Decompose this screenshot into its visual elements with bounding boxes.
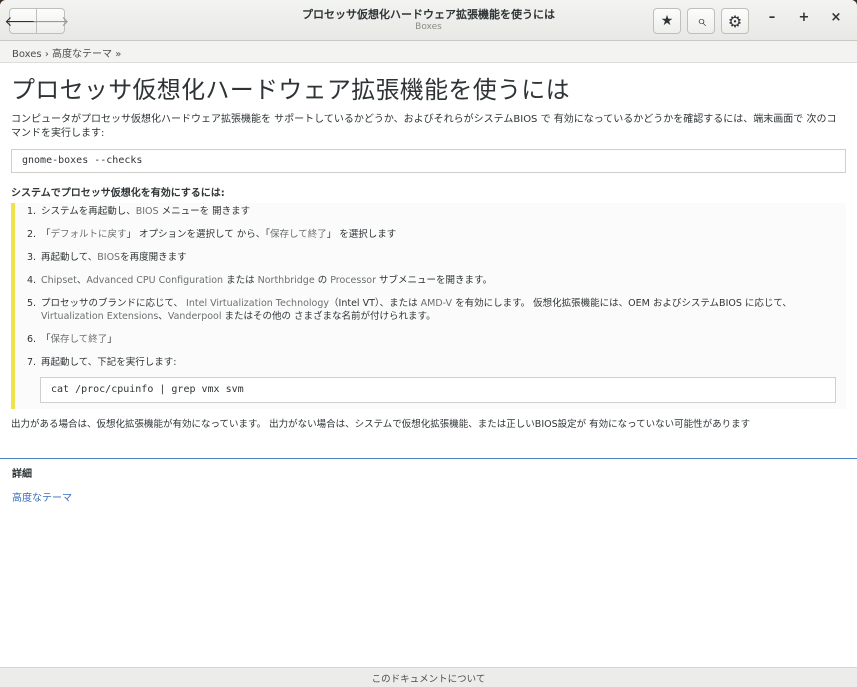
breadcrumb-separator: › <box>41 49 53 60</box>
breadcrumb: Boxes › 高度なテーマ » <box>0 41 857 63</box>
star-icon: ★ <box>660 13 674 29</box>
header-tools: ★ ⌕ ⚙ <box>653 8 749 34</box>
search-button[interactable]: ⌕ <box>687 8 715 34</box>
close-button[interactable]: × <box>820 10 852 25</box>
page-content: プロセッサ仮想化ハードウェア拡張機能を使うには コンピュータがプロセッサ仮想化ハ… <box>11 63 846 431</box>
menu-button[interactable]: ⚙ <box>721 8 749 34</box>
bookmark-button[interactable]: ★ <box>653 8 681 34</box>
window-controls: – + × <box>756 10 852 25</box>
list-item: 2. 「デフォルトに戻す」 オプションを選択して から、「保存して終了」 を選択… <box>27 229 397 240</box>
list-item: 1. システムを再起動し、BIOS メニューを 開きます <box>27 206 251 217</box>
more-info-title: 詳細 <box>12 469 32 480</box>
command-code-block: gnome-boxes --checks <box>11 149 846 173</box>
result-paragraph: 出力がある場合は、仮想化拡張機能が有効になっています。 出力がない場合は、システ… <box>11 419 751 430</box>
help-window: 🡐 🡒 プロセッサ仮想化ハードウェア拡張機能を使うには Boxes ★ ⌕ ⚙ … <box>0 0 857 687</box>
gear-icon: ⚙ <box>727 11 743 31</box>
steps-heading: システムでプロセッサ仮想化を有効にするには: <box>11 188 225 199</box>
breadcrumb-root-link[interactable]: Boxes <box>12 49 42 60</box>
list-item: 7. 再起動して、下記を実行します: <box>27 357 177 368</box>
breadcrumb-current-link[interactable]: 高度なテーマ <box>52 49 112 60</box>
advanced-topics-link[interactable]: 高度なテーマ <box>12 489 72 504</box>
intro-paragraph: コンピュータがプロセッサ仮想化ハードウェア拡張機能を サポートしているかどうか、… <box>11 114 837 139</box>
steps-list: 1. システムを再起動し、BIOS メニューを 開きます 2. 「デフォルトに戻… <box>11 203 846 409</box>
header-bar: 🡐 🡒 プロセッサ仮想化ハードウェア拡張機能を使うには Boxes ★ ⌕ ⚙ … <box>0 0 857 41</box>
breadcrumb-tail: » <box>112 49 122 60</box>
list-item: 5. プロセッサのブランドに応じて、 Intel Virtualization … <box>27 298 792 322</box>
about-document-footer[interactable]: このドキュメントについて <box>0 667 857 687</box>
list-item: 6. 「保存して終了」 <box>27 334 117 345</box>
section-divider <box>0 458 857 459</box>
minimize-button[interactable]: – <box>756 10 788 25</box>
list-item: 4. Chipset、Advanced CPU Configuration また… <box>27 275 493 286</box>
maximize-button[interactable]: + <box>788 10 820 25</box>
more-info-section: 詳細 高度なテーマ <box>12 465 72 504</box>
search-icon: ⌕ <box>696 11 706 30</box>
page-title: プロセッサ仮想化ハードウェア拡張機能を使うには <box>11 76 570 104</box>
cpuinfo-code-block: cat /proc/cpuinfo | grep vmx svm <box>40 377 836 403</box>
list-item: 3. 再起動して、BIOSを再度開きます <box>27 252 187 263</box>
